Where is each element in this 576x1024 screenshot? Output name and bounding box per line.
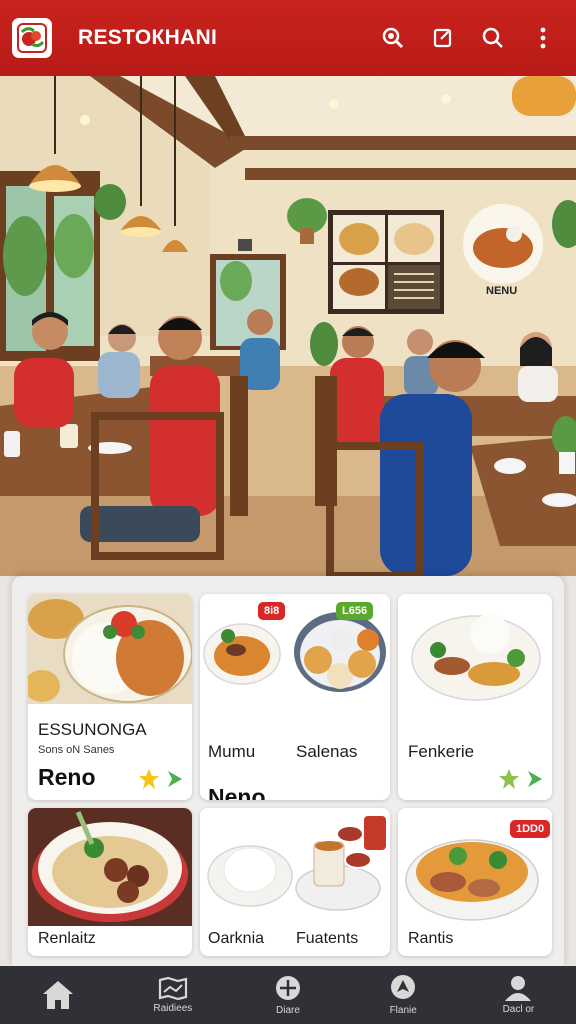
card-title: Mumu [208,742,256,761]
food-image [28,808,192,926]
nav-label: Diare [276,1005,300,1016]
card-title: Fuatents [296,930,359,947]
nav-raidiees[interactable]: Raidiees [115,966,230,1024]
nav-flanie[interactable]: Flanie [346,966,461,1024]
card-price: Reno [38,764,96,790]
menu-card[interactable]: Fenkerie [398,594,552,800]
food-image [200,808,390,926]
food-image [398,594,552,704]
menu-cards-panel: ESSUNONGA Sons oN Sanes Reno 8i8 L656 Mu… [12,576,564,966]
map-icon [158,976,187,1000]
nav-label: Dacl or [502,1004,535,1015]
menu-card[interactable]: 1DD0 Rantis [398,808,552,956]
compass-icon [276,976,300,1000]
nav-profile[interactable]: Dacl or [461,966,576,1024]
menu-sign: NENU [486,285,517,297]
menu-card[interactable]: ESSUNONGA Sons oN Sanes Reno [28,594,192,800]
card-price: Neno [208,784,266,800]
card-title: Renlaitz [38,930,96,947]
star-icon[interactable] [498,768,520,790]
food-image [28,594,192,704]
star-icon[interactable] [138,768,160,790]
card-title: Fenkerie [408,742,475,761]
app-logo[interactable] [12,18,52,58]
app-bar: RESTOКНANI [0,0,576,76]
menu-card[interactable]: Oarknia Fuatents [200,808,390,956]
card-title: ESSUNONGA [38,720,147,739]
restaurant-hero-image: NENU [0,76,576,576]
app-title: RESTOКНANI [78,26,218,49]
profile-icon [505,976,532,1001]
card-badge: L656 [336,602,374,620]
card-title: Rantis [408,930,454,947]
logo-food-icon [17,23,47,53]
nav-home[interactable] [0,966,115,1024]
bottom-navigation: Raidiees Diare Flanie Dacl or [0,966,576,1024]
card-badge: 8i8 [258,602,286,620]
menu-card[interactable]: 8i8 L656 Mumu Salenas Neno [200,594,390,800]
search-icon[interactable] [476,21,510,55]
card-title: Oarknia [208,930,265,947]
arrow-right-icon[interactable] [524,768,544,790]
more-vert-icon[interactable] [526,21,560,55]
card-title: Salenas [296,742,358,761]
card-subtitle: Sons oN Sanes [38,744,115,756]
menu-card[interactable]: Renlaitz [28,808,192,956]
nav-diare[interactable]: Diare [230,966,345,1024]
edit-icon[interactable] [426,21,460,55]
card-badge: 1DD0 [510,820,551,838]
nav-label: Raidiees [153,1003,193,1014]
location-icon [391,975,416,999]
home-icon [42,981,73,1009]
nav-label: Flanie [389,1005,417,1016]
arrow-right-icon[interactable] [164,768,184,790]
zoom-search-icon[interactable] [376,21,410,55]
